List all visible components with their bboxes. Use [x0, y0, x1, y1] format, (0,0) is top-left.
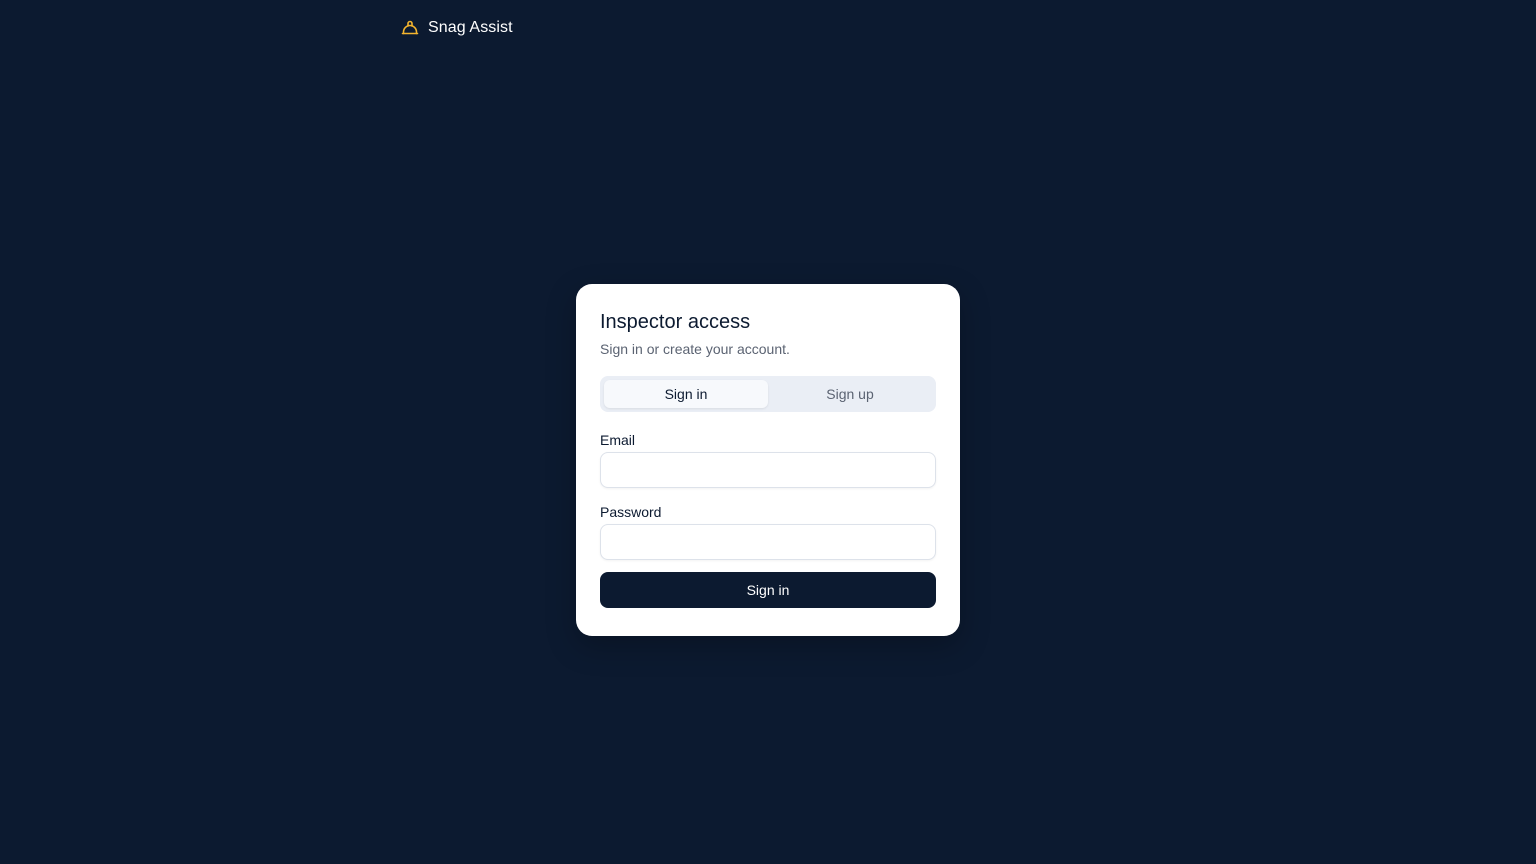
hard-hat-icon — [400, 18, 420, 38]
auth-tabs: Sign in Sign up — [600, 376, 936, 412]
password-field-group: Password — [600, 504, 936, 560]
auth-card: Inspector access Sign in or create your … — [576, 284, 960, 636]
email-input[interactable] — [600, 452, 936, 488]
card-title: Inspector access — [600, 311, 751, 333]
tab-sign-in[interactable]: Sign in — [604, 380, 768, 408]
email-label: Email — [600, 432, 636, 448]
password-input[interactable] — [600, 524, 936, 560]
app-header: Snag Assist — [400, 16, 513, 40]
brand-name: Snag Assist — [428, 19, 513, 36]
card-subtitle: Sign in or create your account. — [600, 341, 790, 357]
sign-in-button[interactable]: Sign in — [600, 572, 936, 608]
password-label: Password — [600, 504, 662, 520]
tab-sign-up[interactable]: Sign up — [768, 380, 932, 408]
email-field-group: Email — [600, 432, 936, 488]
